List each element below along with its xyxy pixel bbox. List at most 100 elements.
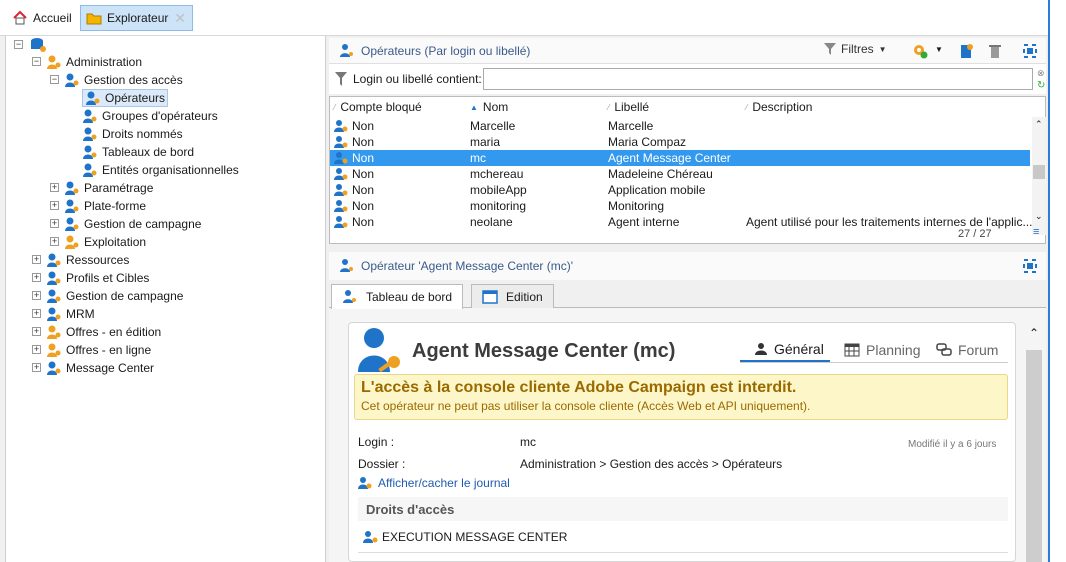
tree-expander[interactable]: + <box>32 255 41 264</box>
refresh-icon[interactable]: ↻ <box>1037 80 1045 91</box>
table-scrollbar[interactable]: ⌃ ⌄ <box>1032 117 1046 235</box>
tree-node[interactable]: Profils et Cibles <box>46 269 149 287</box>
chevron-down-icon[interactable]: ⌄ <box>1035 211 1043 222</box>
operator-avatar-icon <box>358 328 400 373</box>
tree-expander[interactable]: + <box>32 363 41 372</box>
column-header-blocked[interactable]: ⁄ Compte bloqué <box>334 97 422 117</box>
subtab-forum[interactable]: Forum <box>936 338 998 362</box>
tree-node[interactable]: Paramétrage <box>64 179 153 197</box>
column-header-label[interactable]: ⁄ Libellé <box>608 97 649 117</box>
cell-label: Agent interne <box>608 215 680 229</box>
tree-node[interactable]: Gestion des accès <box>64 71 183 89</box>
cell-blocked: Non <box>352 183 375 197</box>
trash-icon[interactable] <box>987 43 1003 59</box>
tree-node[interactable]: Plate-forme <box>64 197 146 215</box>
tree-expander[interactable]: + <box>50 219 59 228</box>
journal-toggle[interactable]: Afficher/cacher le journal <box>358 476 510 490</box>
database-icon[interactable] <box>30 37 46 53</box>
tree-node[interactable]: Gestion de campagne <box>46 287 183 305</box>
scroll-thumb[interactable] <box>1033 165 1045 179</box>
search-input[interactable] <box>483 68 1033 90</box>
tree-node-label: Profils et Cibles <box>66 271 150 285</box>
cell-name: mc <box>470 151 486 165</box>
tree-expander[interactable]: − <box>14 40 23 49</box>
tree-node[interactable]: Tableaux de bord <box>82 143 194 161</box>
tree-node[interactable]: Exploitation <box>64 233 146 251</box>
maximize-icon[interactable] <box>1022 258 1038 274</box>
tree-node-label: Exploitation <box>84 235 147 249</box>
column-header-description[interactable]: ⁄ Description <box>746 97 812 117</box>
subtab-planning[interactable]: Planning <box>844 338 921 362</box>
operator-icon <box>340 259 353 272</box>
tree-expander[interactable]: + <box>50 237 59 246</box>
folder-label: Dossier : <box>358 457 406 471</box>
tree-node[interactable]: Entités organisationnelles <box>82 161 239 179</box>
table-row[interactable]: Non mc Agent Message Center <box>330 150 1030 166</box>
tree-node-label: Gestion des accès <box>84 73 183 87</box>
detail-scrollbar[interactable]: ⌃ <box>1024 320 1044 562</box>
chevron-down-icon[interactable]: ▼ <box>935 45 943 54</box>
warning-text: Cet opérateur ne peut pas utiliser la co… <box>361 399 811 413</box>
close-icon[interactable]: ✕ <box>174 10 186 27</box>
new-operator-icon[interactable] <box>958 43 974 59</box>
tree-node[interactable]: Gestion de campagne <box>64 215 201 233</box>
subtab-forum-label: Forum <box>958 342 999 358</box>
tab-dashboard[interactable]: Tableau de bord <box>331 284 464 309</box>
tree-node[interactable]: Opérateurs <box>82 89 169 107</box>
subtab-general[interactable]: Général <box>740 338 830 362</box>
tree-node[interactable]: Offres - en ligne <box>46 341 151 359</box>
operator-icon <box>343 290 356 303</box>
home-icon <box>13 10 27 25</box>
tree-node[interactable]: Administration <box>46 53 142 71</box>
subtab-planning-label: Planning <box>866 342 921 358</box>
tree-node[interactable]: Message Center <box>46 359 154 377</box>
tab-home[interactable]: Accueil <box>6 6 78 30</box>
filters-button[interactable]: Filtres ▼ <box>824 42 887 56</box>
gear-add-icon[interactable] <box>912 43 928 59</box>
menu-icon[interactable]: ≡ <box>1033 226 1039 238</box>
tree-node[interactable]: Ressources <box>46 251 129 269</box>
table-row[interactable]: Non maria Maria Compaz <box>330 134 1030 150</box>
cell-name: maria <box>470 135 501 149</box>
tree-expander[interactable]: + <box>32 345 41 354</box>
tree-expander[interactable]: + <box>32 273 41 282</box>
scroll-thumb[interactable] <box>1026 350 1042 562</box>
tree-node[interactable]: Droits nommés <box>82 125 183 143</box>
table-row[interactable]: Non mchereau Madeleine Chéreau <box>330 166 1030 182</box>
cell-blocked: Non <box>352 151 375 165</box>
folder-value: Administration > Gestion des accès > Opé… <box>520 457 783 471</box>
cell-blocked: Non <box>352 215 375 229</box>
chevron-up-icon[interactable]: ⌃ <box>1035 119 1043 130</box>
dashboard-icon <box>83 145 97 159</box>
table-row[interactable]: Non mobileApp Application mobile <box>330 182 1030 198</box>
tab-explorer-label: Explorateur <box>107 11 169 25</box>
chevron-up-icon[interactable]: ⌃ <box>1029 326 1039 340</box>
table-row[interactable]: Non Marcelle Marcelle <box>330 118 1030 134</box>
column-header-name[interactable]: ▲ Nom <box>470 97 508 117</box>
clear-icon[interactable]: ⊗ <box>1037 68 1045 79</box>
tree-expander[interactable]: + <box>50 201 59 210</box>
tab-edition-label: Edition <box>506 289 543 304</box>
maximize-icon[interactable] <box>1022 43 1038 59</box>
tree-expander[interactable]: + <box>32 327 41 336</box>
journal-link[interactable]: Afficher/cacher le journal <box>378 476 510 490</box>
tree-expander[interactable]: − <box>32 57 41 66</box>
table-row[interactable]: Non monitoring Monitoring <box>330 198 1030 214</box>
tree-expander[interactable]: − <box>50 75 59 84</box>
user-icon <box>755 343 767 355</box>
tree-node[interactable]: Offres - en édition <box>46 323 161 341</box>
tab-explorer[interactable]: Explorateur ✕ <box>80 5 193 31</box>
tree-node[interactable]: MRM <box>46 305 95 323</box>
table-row[interactable]: Non neolane Agent interne Agent utilisé pou… <box>330 214 1032 230</box>
profiles-icon <box>47 271 61 285</box>
tree-expander[interactable]: + <box>32 291 41 300</box>
cell-blocked: Non <box>352 135 375 149</box>
rights-title: Droits d'accès <box>366 501 455 517</box>
tree-node[interactable]: Groupes d'opérateurs <box>82 107 218 125</box>
tree-expander[interactable]: + <box>32 309 41 318</box>
tree-expander[interactable]: + <box>50 183 59 192</box>
globe-icon <box>83 163 97 177</box>
mrm-icon <box>47 307 61 321</box>
operator-icon <box>334 136 348 148</box>
tab-edition[interactable]: Edition <box>471 284 554 308</box>
